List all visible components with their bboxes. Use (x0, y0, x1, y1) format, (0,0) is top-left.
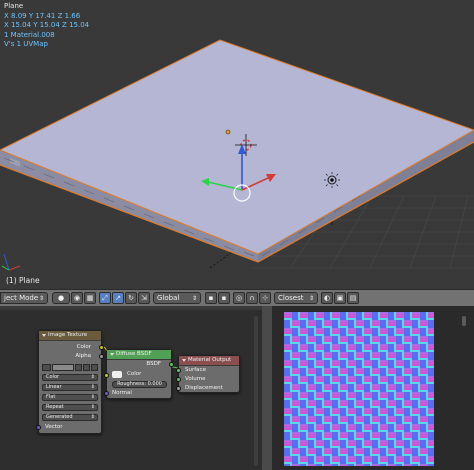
material-output-node[interactable]: Material Output Surface Volume Displacem… (176, 355, 240, 393)
projection-select[interactable]: Flat (42, 394, 98, 401)
roughness-slider[interactable]: Roughness: 0.000 (112, 381, 167, 388)
chevron-updown-icon: ⇕ (191, 294, 197, 302)
out-color-socket[interactable] (99, 345, 104, 350)
open-image-icon[interactable] (83, 364, 90, 371)
view-axis-icon (1, 253, 21, 271)
diffuse-bsdf-node[interactable]: Diffuse BSDF BSDF Color Roughness: 0.000… (104, 349, 174, 399)
object-name-text: Plane (4, 2, 24, 10)
translate-icon[interactable]: ↗ (112, 292, 124, 304)
in-normal-socket[interactable] (104, 391, 109, 396)
object-label: (1) Plane (6, 276, 40, 285)
extension-select[interactable]: Repeat (42, 404, 98, 411)
in-volume-label: Volume (185, 376, 206, 382)
object-origin (225, 129, 231, 135)
image-scrollbar[interactable] (462, 316, 466, 326)
3d-viewport[interactable]: Plane X 8.09 Y 17.41 Z 1.66 X 15.04 Y 15… (0, 0, 474, 289)
location-text: X 8.09 Y 17.41 Z 1.66 (4, 11, 81, 20)
in-color-label: Color (127, 371, 142, 377)
in-volume-socket[interactable] (176, 377, 181, 382)
colorspace-select[interactable]: Color (42, 374, 98, 381)
layer-grid-icon[interactable]: ▪ (218, 292, 230, 304)
chevron-updown-icon: ⇕ (308, 294, 314, 302)
in-vector-socket[interactable] (36, 425, 41, 430)
camera-icon[interactable]: ▣ (334, 292, 346, 304)
interpolation-select[interactable]: Linear (42, 384, 98, 391)
scale-text: X 15.04 Y 15.04 Z 15.04 (4, 21, 90, 29)
in-displacement-label: Displacement (185, 385, 223, 391)
sphere-icon: ● (57, 294, 65, 302)
image-browse-icon[interactable] (42, 364, 51, 371)
source-select[interactable]: Generated (42, 414, 98, 421)
in-vector-label: Vector (45, 424, 63, 430)
in-displacement-socket[interactable] (176, 386, 181, 391)
magnet-icon[interactable]: ∩ (246, 292, 258, 304)
uvmap-text: V's 1 UVMap (4, 40, 48, 48)
viewport-header: ject Mode ⇕ ● ◉ ▦ ⤢ ↗ ↻ ⇲ Global ⇕ ▪ ▪ ◎… (0, 289, 474, 307)
image-texture-title[interactable]: Image Texture (39, 331, 101, 341)
fake-user-icon[interactable] (75, 364, 82, 371)
out-alpha-socket[interactable] (99, 354, 104, 359)
close-icon[interactable] (91, 364, 98, 371)
in-surface-label: Surface (185, 367, 206, 373)
in-normal-label: Normal (112, 390, 132, 396)
image-editor-canvas[interactable] (272, 306, 474, 470)
out-bsdf-socket[interactable] (169, 362, 174, 367)
orientation-label: Global (157, 294, 180, 302)
node-editor-scrollbar[interactable] (254, 316, 258, 466)
out-alpha-label: Alpha (75, 353, 91, 359)
render-preview-icon[interactable]: ◐ (321, 292, 333, 304)
shading-select[interactable]: ● (52, 292, 70, 304)
image-name-field[interactable] (52, 364, 74, 371)
mode-select[interactable]: ject Mode ⇕ (0, 292, 48, 304)
in-surface-socket[interactable] (176, 368, 181, 373)
image-editor[interactable] (272, 306, 474, 470)
image-datablock-row[interactable] (42, 364, 98, 371)
material-text: 1 Material.008 (4, 30, 55, 39)
snap-target-label: Closest (278, 294, 304, 302)
layer-grid-icon[interactable]: ▪ (205, 292, 217, 304)
chevron-updown-icon: ⇕ (38, 294, 44, 302)
pivot-icon[interactable]: ◉ (71, 292, 83, 304)
out-bsdf-label: BSDF (146, 361, 161, 367)
clapper-icon[interactable]: ▤ (347, 292, 359, 304)
area-splitter[interactable] (262, 306, 272, 470)
node-editor[interactable]: Image Texture Color Alpha Color Linear F… (0, 306, 262, 470)
in-color-socket[interactable] (104, 373, 109, 378)
texture-image (284, 312, 434, 466)
snap-target-select[interactable]: Closest ⇕ (274, 292, 318, 304)
plane-top[interactable] (0, 39, 474, 255)
scale-icon[interactable]: ⇲ (138, 292, 150, 304)
color-swatch[interactable] (112, 371, 122, 378)
proportional-edit-icon[interactable]: ◎ (233, 292, 245, 304)
image-texture-node[interactable]: Image Texture Color Alpha Color Linear F… (36, 330, 104, 434)
viewport-stats: Plane X 8.09 Y 17.41 Z 1.66 X 15.04 Y 15… (4, 2, 89, 50)
material-output-title[interactable]: Material Output (179, 356, 239, 366)
orientation-select[interactable]: Global ⇕ (153, 292, 201, 304)
bounding-box-icon[interactable]: ▦ (84, 292, 96, 304)
out-color-label: Color (76, 344, 91, 350)
manipulator-toggle-icon[interactable]: ⤢ (99, 292, 111, 304)
diffuse-bsdf-title[interactable]: Diffuse BSDF (107, 350, 171, 360)
mode-select-label: ject Mode (4, 294, 39, 302)
rotate-icon[interactable]: ↻ (125, 292, 137, 304)
snap-element-icon[interactable]: ⊹ (259, 292, 271, 304)
